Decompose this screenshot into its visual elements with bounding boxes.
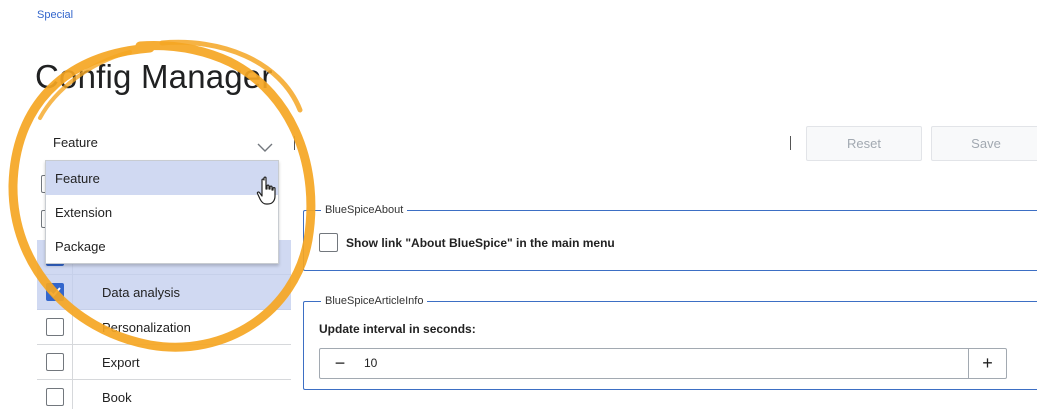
list-item-label: Personalization <box>102 319 191 335</box>
hand-cursor-icon <box>256 176 276 205</box>
about-link-checkbox[interactable] <box>319 233 338 252</box>
save-button[interactable]: Save <box>931 126 1037 161</box>
dropdown-option-feature[interactable]: Feature <box>46 161 278 195</box>
grouping-select-value: Feature <box>53 135 98 150</box>
update-interval-input[interactable]: 10 <box>364 356 377 370</box>
fieldset-bluespice-articleinfo: BlueSpiceArticleInfo Update interval in … <box>303 295 1037 390</box>
dropdown-option-package[interactable]: Package <box>46 229 278 263</box>
fieldset-legend: BlueSpiceAbout <box>321 204 408 216</box>
dropdown-option-extension[interactable]: Extension <box>46 195 278 229</box>
chevron-down-icon <box>257 139 273 157</box>
checkbox-cell <box>37 380 73 409</box>
page-title: Config Manager <box>35 58 273 95</box>
feature-checkbox[interactable] <box>45 388 64 406</box>
feature-list: Data analysis Data analysis Personalizat… <box>37 240 291 409</box>
fieldset-legend: BlueSpiceArticleInfo <box>321 295 428 307</box>
feature-checkbox[interactable] <box>45 318 64 336</box>
list-item-label: Data analysis <box>102 284 181 300</box>
list-item[interactable]: Book <box>37 380 291 409</box>
update-interval-stepper: − 10 + <box>319 348 1007 379</box>
list-item-label: Book <box>102 389 132 405</box>
update-interval-label: Update interval in seconds: <box>319 322 476 336</box>
checkbox-cell <box>37 310 73 344</box>
toolbar-divider <box>294 136 295 150</box>
feature-checkbox[interactable] <box>45 353 64 371</box>
reset-button[interactable]: Reset <box>806 126 922 161</box>
increment-button[interactable]: + <box>968 349 1006 378</box>
list-item[interactable]: Export <box>37 345 291 380</box>
grouping-select[interactable]: Feature <box>45 128 281 158</box>
decrement-button[interactable]: − <box>320 349 360 378</box>
fieldset-bluespice-about: BlueSpiceAbout Show link "About BlueSpic… <box>303 204 1037 271</box>
list-item[interactable]: Data analysis <box>37 275 291 310</box>
breadcrumb-special-link[interactable]: Special <box>37 9 73 21</box>
checkbox-cell <box>37 345 73 379</box>
list-item[interactable]: Personalization <box>37 310 291 345</box>
about-link-label: Show link "About BlueSpice" in the main … <box>346 235 615 250</box>
toolbar-divider <box>790 136 791 150</box>
list-item-label: Export <box>102 354 140 370</box>
checkbox-cell <box>37 275 73 309</box>
about-link-option[interactable]: Show link "About BlueSpice" in the main … <box>319 233 615 252</box>
feature-checkbox[interactable] <box>45 283 64 301</box>
grouping-dropdown-menu: Feature Extension Package <box>45 160 279 264</box>
